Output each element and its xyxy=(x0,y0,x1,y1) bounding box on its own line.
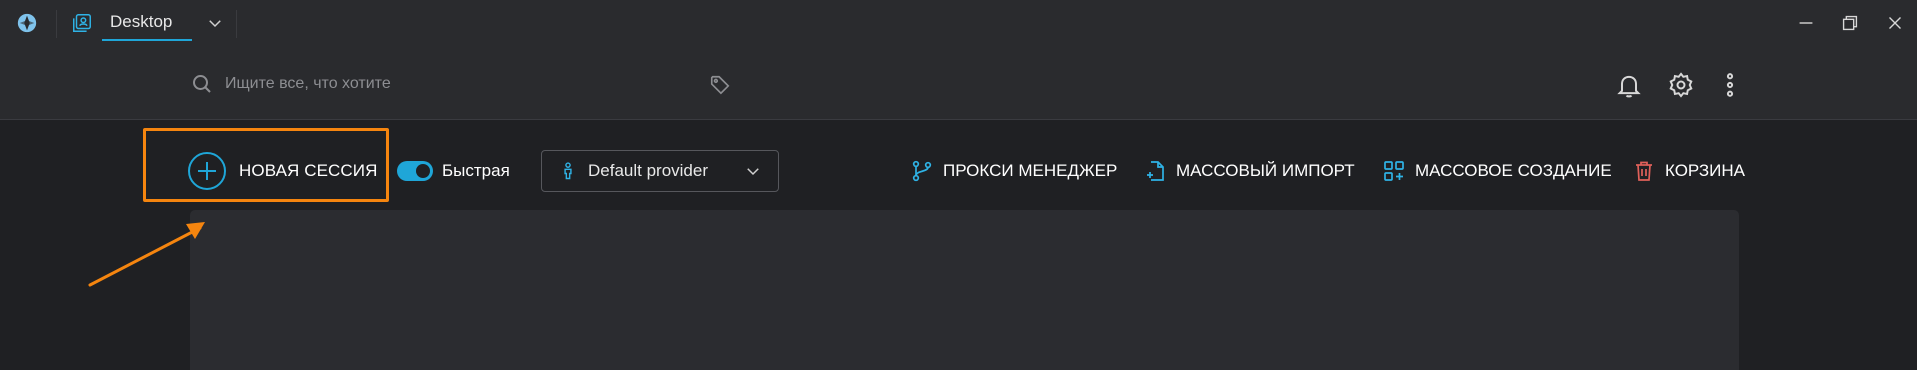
fast-mode-toggle[interactable] xyxy=(397,161,433,181)
person-icon xyxy=(564,162,572,180)
trash-label: КОРЗИНА xyxy=(1665,161,1746,180)
proxy-manager-label: ПРОКСИ МЕНЕДЖЕР xyxy=(943,161,1118,180)
fast-mode-label: Быстрая xyxy=(442,161,510,180)
titlebar-divider xyxy=(236,10,237,38)
kebab-menu-icon[interactable] xyxy=(1716,71,1744,99)
sessions-panel xyxy=(190,210,1739,370)
workspace-selector-label[interactable]: Desktop xyxy=(110,12,172,32)
plus-circle-icon xyxy=(188,152,226,190)
provider-select-value: Default provider xyxy=(588,161,709,180)
tag-icon[interactable] xyxy=(709,74,731,96)
workspace-active-underline xyxy=(102,39,192,41)
app-logo-icon[interactable] xyxy=(16,12,38,34)
trash-icon xyxy=(1636,161,1652,181)
chevron-down-icon[interactable] xyxy=(206,14,224,32)
search-input[interactable] xyxy=(225,70,685,98)
minimize-icon[interactable] xyxy=(1795,12,1817,34)
provider-select[interactable]: Default provider xyxy=(541,150,779,192)
restore-icon[interactable] xyxy=(1839,12,1861,34)
workspace-icon xyxy=(73,14,91,32)
trash-button[interactable]: КОРЗИНА xyxy=(1632,158,1745,184)
bulk-create-button[interactable]: МАССОВОЕ СОЗДАНИЕ xyxy=(1382,158,1612,184)
bulk-import-button[interactable]: МАССОВЫЙ ИМПОРТ xyxy=(1143,158,1355,184)
branch-icon xyxy=(912,160,932,182)
search-icon xyxy=(193,75,211,93)
bell-icon[interactable] xyxy=(1615,71,1643,99)
header-bar xyxy=(0,46,1917,120)
grid-add-icon xyxy=(1384,161,1404,181)
titlebar-divider xyxy=(56,10,57,38)
bulk-create-label: МАССОВОЕ СОЗДАНИЕ xyxy=(1415,161,1612,180)
bulk-import-label: МАССОВЫЙ ИМПОРТ xyxy=(1176,161,1355,180)
main-area: НОВАЯ СЕССИЯ Быстрая Default provider ПР… xyxy=(0,120,1917,370)
gear-icon[interactable] xyxy=(1667,71,1695,99)
close-icon[interactable] xyxy=(1884,12,1906,34)
new-session-button[interactable]: НОВАЯ СЕССИЯ xyxy=(188,150,377,192)
chevron-down-icon xyxy=(747,168,759,176)
new-session-label: НОВАЯ СЕССИЯ xyxy=(239,161,378,180)
proxy-manager-button[interactable]: ПРОКСИ МЕНЕДЖЕР xyxy=(910,158,1117,184)
toggle-knob xyxy=(416,164,430,178)
title-bar: Desktop xyxy=(0,0,1917,46)
file-add-icon xyxy=(1147,161,1164,181)
